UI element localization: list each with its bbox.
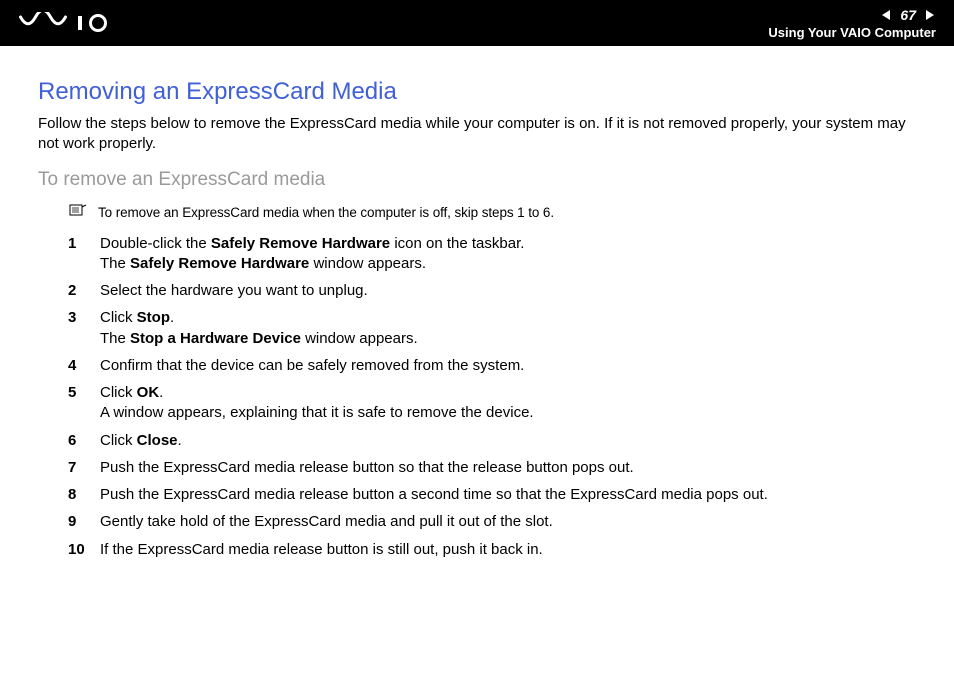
step-number: 2 xyxy=(68,281,88,301)
page-nav: 67 xyxy=(880,7,936,23)
step-row: 1 Double-click the Safely Remove Hardware… xyxy=(68,234,916,275)
step-text: Click OK.A window appears, explaining th… xyxy=(100,383,534,424)
step-text: If the ExpressCard media release button … xyxy=(100,540,543,560)
page-content: Removing an ExpressCard Media Follow the… xyxy=(0,46,954,560)
page-heading: Removing an ExpressCard Media xyxy=(38,78,916,106)
step-text: Confirm that the device can be safely re… xyxy=(100,356,524,376)
intro-paragraph: Follow the steps below to remove the Exp… xyxy=(38,114,916,155)
step-text: Double-click the Safely Remove Hardware … xyxy=(100,234,524,275)
step-row: 10 If the ExpressCard media release butto… xyxy=(68,540,916,560)
step-number: 7 xyxy=(68,458,88,478)
page-subheading: To remove an ExpressCard media xyxy=(38,169,916,191)
step-number: 1 xyxy=(68,234,88,275)
step-text: Click Stop.The Stop a Hardware Device wi… xyxy=(100,308,418,349)
step-text: Gently take hold of the ExpressCard medi… xyxy=(100,512,553,532)
step-row: 7 Push the ExpressCard media release butt… xyxy=(68,458,916,478)
step-number: 5 xyxy=(68,383,88,424)
steps-list: 1 Double-click the Safely Remove Hardware… xyxy=(68,234,916,560)
header-bar: 67 Using Your VAIO Computer xyxy=(0,0,954,46)
note-icon xyxy=(68,203,88,224)
step-number: 3 xyxy=(68,308,88,349)
step-text: Select the hardware you want to unplug. xyxy=(100,281,368,301)
step-row: 2 Select the hardware you want to unplug. xyxy=(68,281,916,301)
prev-page-arrow-icon[interactable] xyxy=(880,8,894,22)
step-number: 8 xyxy=(68,485,88,505)
step-text: Push the ExpressCard media release butto… xyxy=(100,458,634,478)
vaio-logo-svg xyxy=(18,12,128,34)
note-text: To remove an ExpressCard media when the … xyxy=(98,205,554,220)
step-number: 9 xyxy=(68,512,88,532)
step-row: 5 Click OK.A window appears, explaining t… xyxy=(68,383,916,424)
header-right: 67 Using Your VAIO Computer xyxy=(768,7,936,40)
vaio-logo xyxy=(18,12,128,34)
next-page-arrow-icon[interactable] xyxy=(922,8,936,22)
step-row: 6 Click Close. xyxy=(68,431,916,451)
step-number: 4 xyxy=(68,356,88,376)
note-row: To remove an ExpressCard media when the … xyxy=(68,205,916,224)
step-text: Push the ExpressCard media release butto… xyxy=(100,485,768,505)
section-name: Using Your VAIO Computer xyxy=(768,25,936,40)
step-row: 4 Confirm that the device can be safely r… xyxy=(68,356,916,376)
step-row: 8 Push the ExpressCard media release butt… xyxy=(68,485,916,505)
step-text: Click Close. xyxy=(100,431,182,451)
step-number: 6 xyxy=(68,431,88,451)
step-row: 3 Click Stop.The Stop a Hardware Device w… xyxy=(68,308,916,349)
step-number: 10 xyxy=(68,540,88,560)
page-number: 67 xyxy=(898,7,918,23)
step-row: 9 Gently take hold of the ExpressCard med… xyxy=(68,512,916,532)
